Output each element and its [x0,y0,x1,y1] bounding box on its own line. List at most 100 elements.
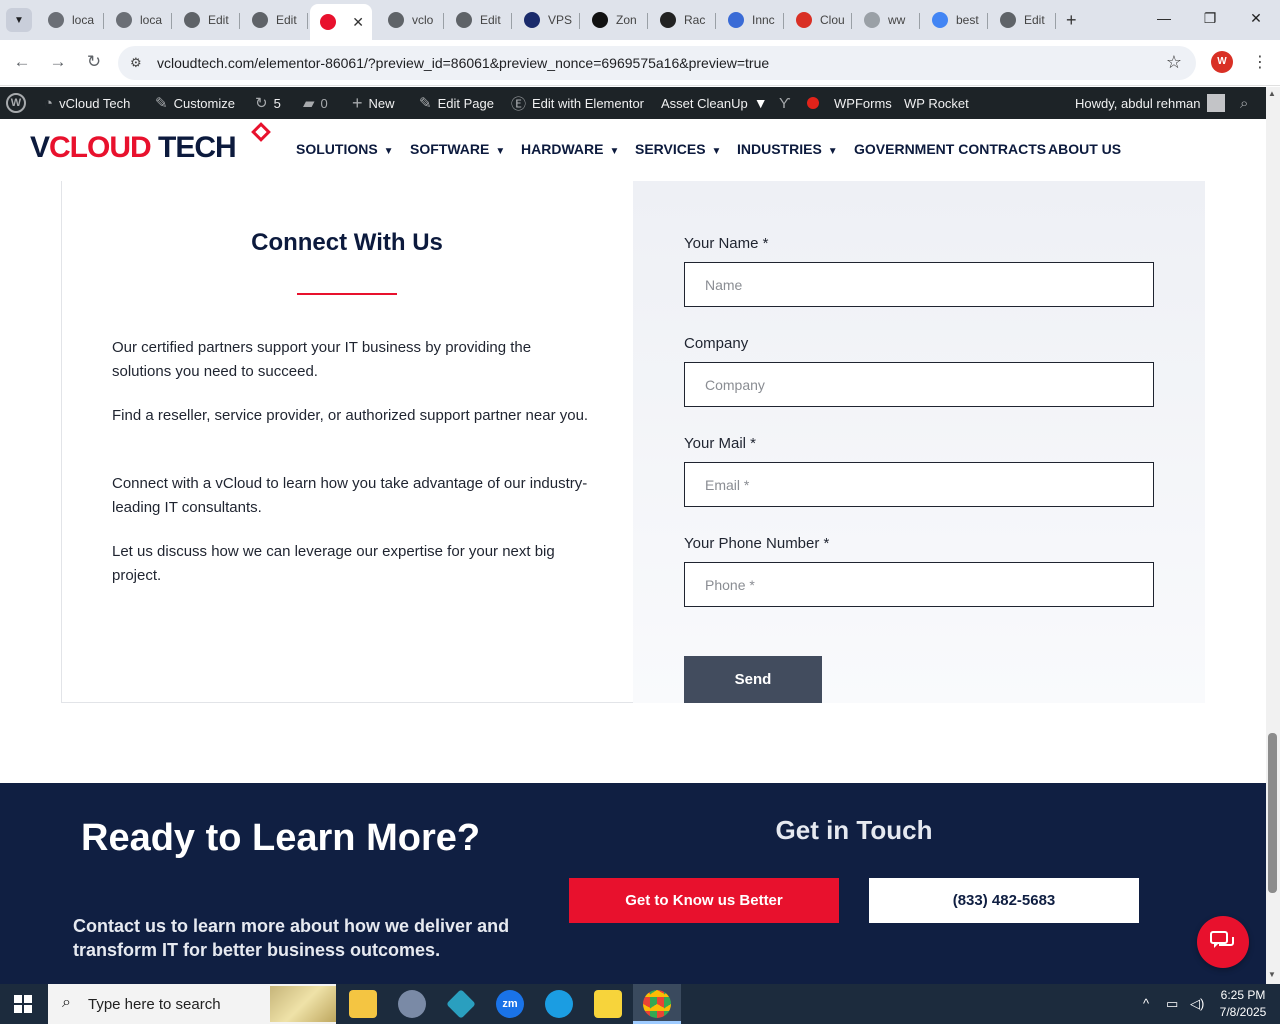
chrome-icon[interactable] [643,990,671,1018]
google-icon [932,12,948,28]
wp-asset-cleanup-item[interactable]: Asset CleanUp ▼ [661,87,768,119]
wp-howdy-item[interactable]: Howdy, abdul rehman [1075,87,1225,119]
volume-icon[interactable]: ◁) [1190,996,1204,1012]
wp-edit-page-item[interactable]: ✎ Edit Page [419,87,494,119]
edge-icon[interactable] [545,990,573,1018]
tab-separator [171,13,172,29]
wp-new-item[interactable]: + New [352,87,395,119]
email-input[interactable] [684,462,1154,507]
wp-logo-item[interactable]: W [6,87,26,119]
tab-close-icon[interactable]: ✕ [352,14,364,31]
wp-customize-item[interactable]: ✎ Customize [155,87,235,119]
site-info-tune-icon[interactable]: ⚙ [130,55,142,71]
wp-asset-cleanup-label: Asset CleanUp [661,95,748,111]
vcloud-tech-logo[interactable]: VCLOUD TECH [30,131,237,165]
file-explorer-icon[interactable] [349,990,377,1018]
cta-section: Ready to Learn More? Contact us to learn… [0,783,1266,984]
tab-label: Clou [820,13,845,27]
chrome-menu-icon[interactable]: ⋮ [1252,52,1268,72]
wp-site-item[interactable]: ◔ vCloud Tech [44,87,130,119]
wp-wpforms-item[interactable]: WPForms [834,87,892,119]
chat-widget-button[interactable] [1197,916,1249,968]
search-highlight-art [270,986,336,1022]
browser-tab[interactable]: loca [38,6,104,34]
company-input[interactable] [684,362,1154,407]
scrollbar-thumb[interactable] [1268,733,1277,893]
browser-tab[interactable]: ✕ [310,4,372,40]
name-input[interactable] [684,262,1154,307]
wp-edit-elementor-item[interactable]: Ⓔ Edit with Elementor [511,87,644,119]
bookmark-star-icon[interactable]: ☆ [1166,52,1182,73]
nav-hardware[interactable]: HARDWARE ▼ [521,141,619,157]
vps-icon [524,12,540,28]
sticky-notes-icon[interactable] [594,990,622,1018]
address-url[interactable]: vcloudtech.com/elementor-86061/?preview_… [157,55,769,71]
browser-tab[interactable]: Edit [174,6,240,34]
wp-rocket-item[interactable]: WP Rocket [904,87,969,119]
record-dot-icon [807,97,819,109]
nav-solutions[interactable]: SOLUTIONS ▼ [296,141,394,157]
browser-tab[interactable]: best [922,6,988,34]
browser-tab[interactable]: Zon [582,6,648,34]
new-tab-plus-icon[interactable]: + [1066,10,1077,31]
wp-updates-count: 5 [273,95,281,111]
back-arrow-icon[interactable]: ← [12,52,32,72]
phone-button[interactable]: (833) 482-5683 [869,878,1139,923]
browser-tab[interactable]: loca [106,6,172,34]
wp-howdy-label: Howdy, abdul rehman [1075,95,1201,111]
reload-icon[interactable]: ↻ [84,52,104,72]
tab-search-chevron-icon[interactable]: ▼ [6,8,32,32]
nav-industries[interactable]: INDUSTRIES ▼ [737,141,838,157]
caret-down-icon: ▼ [827,146,838,157]
app-icon[interactable] [398,990,426,1018]
wp-updates-item[interactable]: ↻ 5 [255,87,281,119]
connect-paragraph: Connect with a vCloud to learn how you t… [112,475,588,516]
minimize-icon[interactable]: — [1154,10,1174,26]
connect-card: Connect With Us Our certified partners s… [61,181,1205,703]
kite-app-icon[interactable] [446,989,476,1019]
get-to-know-us-button[interactable]: Get to Know us Better [569,878,839,923]
connect-info-panel: Connect With Us Our certified partners s… [62,181,632,703]
profile-avatar[interactable]: W [1211,51,1233,73]
browser-tab[interactable]: Innc [718,6,784,34]
wp-yoast-item[interactable]: Ƴ [779,87,791,119]
taskbar-search-box[interactable]: ⌕ Type here to search [48,984,336,1024]
pencil-icon: ✎ [419,95,432,112]
wp-search-item[interactable]: ⌕ [1240,87,1248,119]
forward-arrow-icon[interactable]: → [48,52,68,72]
send-button[interactable]: Send [684,656,822,703]
address-bar[interactable]: ⚙ vcloudtech.com/elementor-86061/?previe… [118,46,1196,80]
nav-software[interactable]: SOFTWARE ▼ [410,141,505,157]
tab-label: best [956,13,979,27]
close-window-icon[interactable]: ✕ [1246,10,1266,27]
search-icon: ⌕ [62,994,71,1011]
browser-toolbar: ← → ↻ ⚙ vcloudtech.com/elementor-86061/?… [0,40,1280,86]
browser-tab[interactable]: vclo [378,6,444,34]
browser-tab[interactable]: VPS [514,6,580,34]
network-icon[interactable]: ▭ [1166,996,1178,1012]
browser-tab[interactable]: Edit [242,6,308,34]
phone-input[interactable] [684,562,1154,607]
browser-tab[interactable]: Clou [786,6,852,34]
restore-icon[interactable]: ❐ [1200,10,1220,27]
zoom-icon[interactable]: zm [496,990,524,1018]
system-clock[interactable]: 6:25 PM 7/8/2025 [1212,987,1274,1021]
windows-taskbar: ⌕ Type here to search zm ^ ▭ ◁) 6:25 PM … [0,984,1280,1024]
browser-tab[interactable]: ww [854,6,920,34]
wp-recording-item[interactable] [807,87,819,119]
company-label: Company [684,335,749,352]
nav-about-us[interactable]: ABOUT US [1048,141,1121,157]
scroll-down-arrow-icon[interactable]: ▼ [1268,970,1276,979]
tray-chevron-icon[interactable]: ^ [1143,996,1149,1011]
windows-start-icon[interactable] [14,995,32,1013]
tab-label: Edit [1024,13,1045,27]
browser-tab[interactable]: Edit [446,6,512,34]
tab-separator [103,13,104,29]
browser-tab[interactable]: Edit [990,6,1056,34]
scroll-up-arrow-icon[interactable]: ▲ [1268,89,1276,98]
nav-services[interactable]: SERVICES ▼ [635,141,721,157]
connect-paragraph: Find a reseller, service provider, or au… [112,407,589,424]
wp-comments-item[interactable]: ▰ 0 [303,87,328,119]
nav-government-contracts[interactable]: GOVERNMENT CONTRACTS [854,141,1046,157]
browser-tab[interactable]: Rac [650,6,716,34]
